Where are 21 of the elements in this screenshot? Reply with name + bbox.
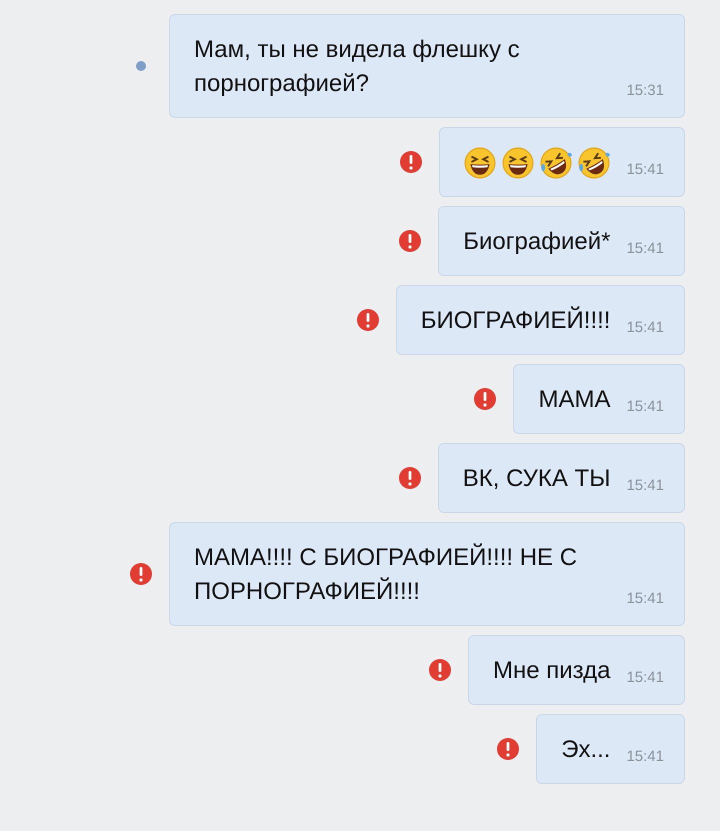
- message-time: 15:41: [626, 161, 664, 178]
- message-text: БИОГРАФИЕЙ!!!!: [420, 305, 610, 336]
- message-time: 15:41: [626, 398, 664, 415]
- message-text: ВК, СУКА ТЫ: [462, 464, 610, 494]
- message-text: Мне пизда: [492, 656, 610, 686]
- message-text: Мам, ты не видела флешку с порнографией?: [194, 35, 521, 99]
- laughing-face-icon: [502, 147, 534, 179]
- message-time: 15:41: [626, 240, 664, 257]
- message-time: 15:41: [626, 319, 664, 336]
- message-time: 15:41: [626, 590, 664, 607]
- laughing-tears-face-icon: [540, 147, 572, 179]
- message-text: МАМА!!!! С БИОГРАФИЕЙ!!!! НЕ С ПОРНОГРАФИЕЙ!!!!: [194, 542, 578, 607]
- message-text: Эх...: [561, 735, 610, 765]
- message-time: 15:41: [626, 748, 664, 765]
- laughing-face-icon: [464, 147, 496, 179]
- message-time: 15:31: [626, 82, 664, 99]
- message-time: 15:41: [626, 669, 664, 686]
- message-text: Биографией*: [463, 227, 610, 257]
- laughing-tears-face-icon: [578, 147, 610, 179]
- message-text: МАМА: [538, 385, 610, 415]
- message-time: 15:41: [626, 477, 664, 494]
